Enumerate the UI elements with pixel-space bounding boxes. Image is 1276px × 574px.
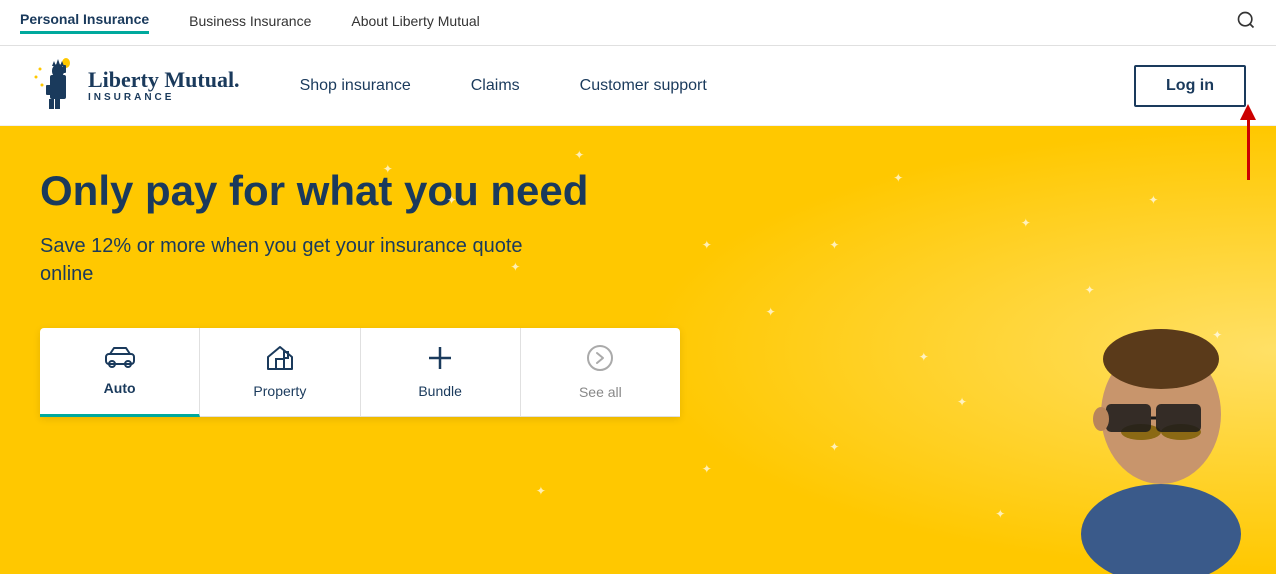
login-button[interactable]: Log in [1134, 65, 1246, 107]
tab-property-label: Property [253, 383, 306, 399]
logo-name: Liberty Mutual. [88, 68, 240, 92]
tab-auto-label: Auto [104, 380, 136, 396]
tab-property[interactable]: Property [200, 328, 360, 416]
tab-auto[interactable]: Auto [40, 328, 200, 417]
person-svg [1056, 294, 1276, 574]
hero-section: ✦ ✦ ✦ ✦ ✦ ✦ ✦ ✦ ✦ ✦ ✦ ✦ ✦ ✦ ✦ ✦ ✦ ✦ ✦ ✦ … [0, 126, 1276, 574]
logo-sub: INSURANCE [88, 92, 240, 103]
annotation-arrow [1240, 105, 1256, 180]
top-nav-about[interactable]: About Liberty Mutual [351, 13, 479, 33]
logo-icon [30, 57, 78, 115]
logo[interactable]: Liberty Mutual. INSURANCE [30, 57, 240, 115]
tab-see-all-label: See all [579, 384, 622, 400]
property-icon [266, 345, 294, 377]
arrow-shaft [1247, 120, 1250, 180]
top-nav-business-insurance[interactable]: Business Insurance [189, 13, 311, 33]
top-navigation: Personal Insurance Business Insurance Ab… [0, 0, 1276, 46]
auto-icon [104, 346, 136, 374]
main-header: Liberty Mutual. INSURANCE Shop insurance… [0, 46, 1276, 126]
quote-tabs: Auto Property [40, 328, 680, 417]
hero-subtitle: Save 12% or more when you get your insur… [40, 232, 560, 288]
person-illustration [926, 274, 1276, 574]
hero-title: Only pay for what you need [40, 166, 640, 216]
logo-text: Liberty Mutual. INSURANCE [88, 68, 240, 103]
arrow-head [1240, 104, 1256, 120]
top-nav-links: Personal Insurance Business Insurance Ab… [20, 11, 480, 34]
bundle-icon [427, 345, 453, 377]
search-icon[interactable] [1236, 10, 1256, 35]
nav-claims[interactable]: Claims [471, 77, 520, 95]
tab-see-all[interactable]: See all [521, 328, 680, 416]
quote-card: Auto Property [40, 328, 680, 417]
main-nav: Shop insurance Claims Customer support [300, 77, 1134, 95]
nav-customer-support[interactable]: Customer support [580, 77, 707, 95]
see-all-icon [586, 344, 614, 378]
tab-bundle-label: Bundle [418, 383, 462, 399]
top-nav-personal-insurance[interactable]: Personal Insurance [20, 11, 149, 34]
tab-bundle[interactable]: Bundle [361, 328, 521, 416]
nav-shop-insurance[interactable]: Shop insurance [300, 77, 411, 95]
